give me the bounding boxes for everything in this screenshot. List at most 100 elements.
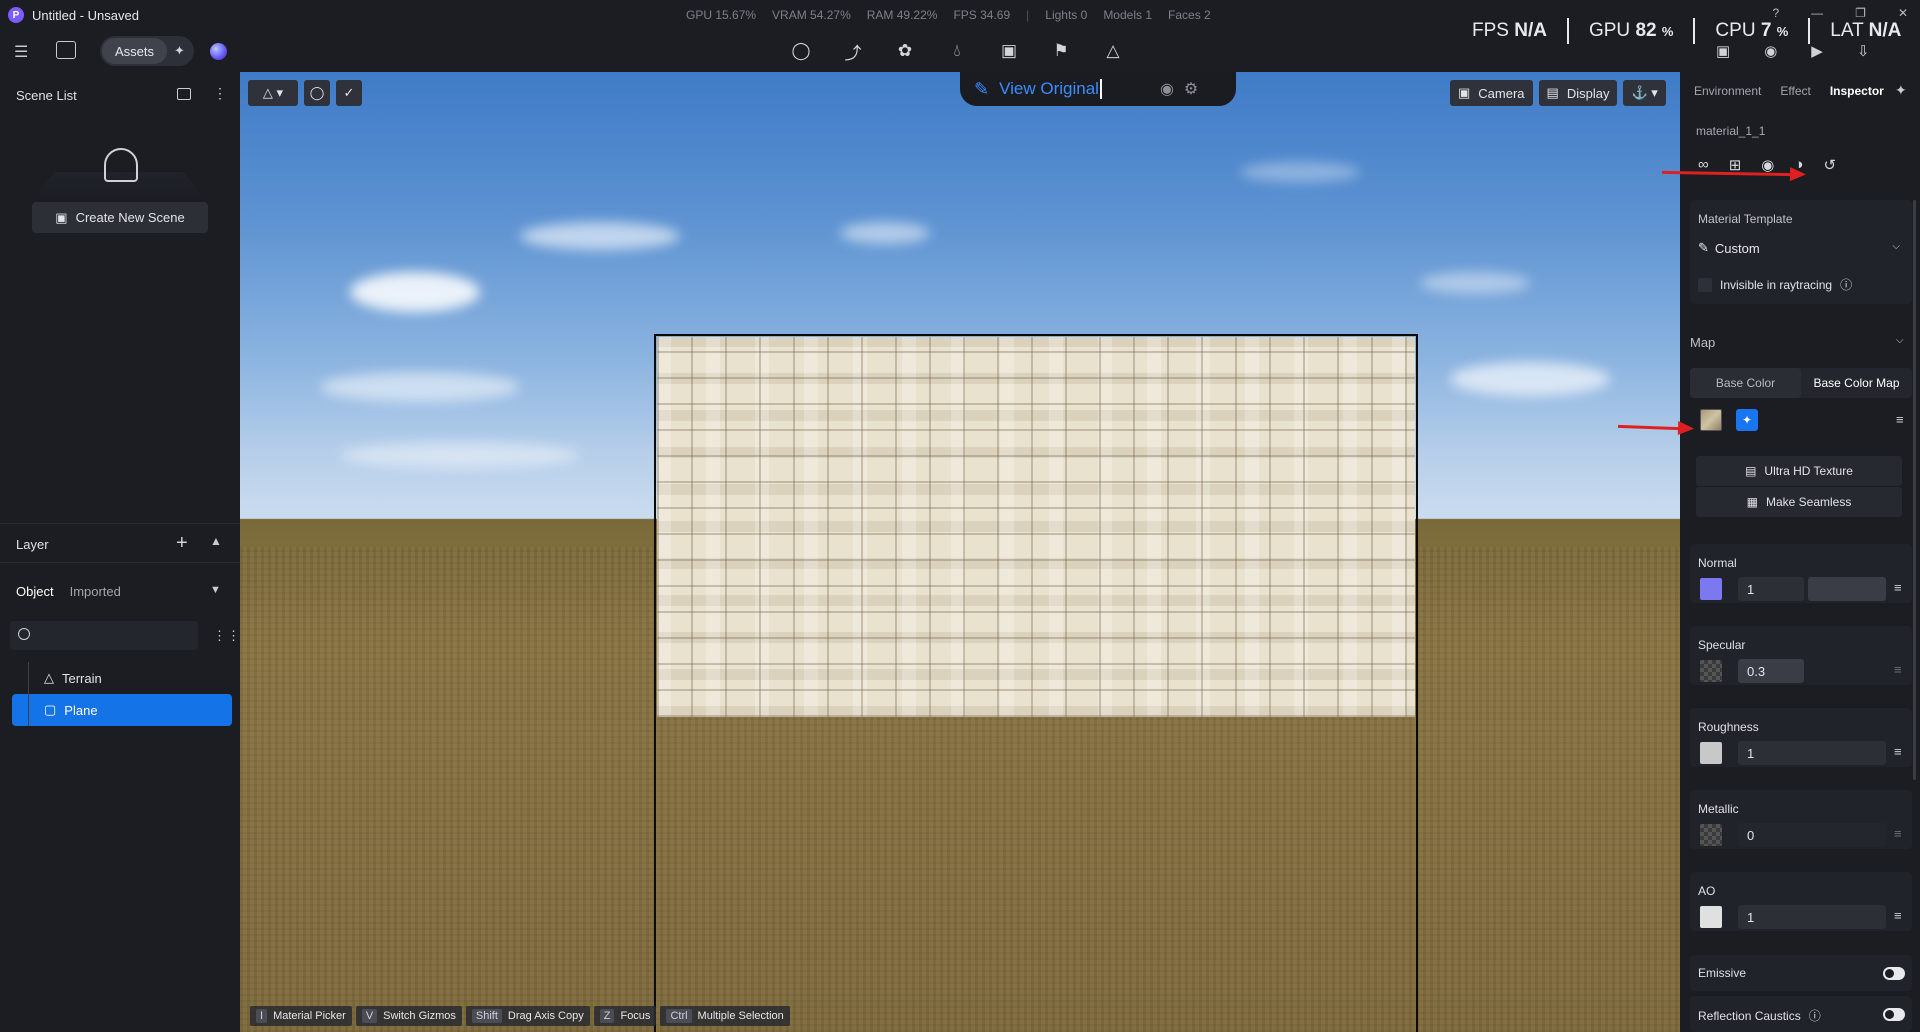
collapse-icon[interactable]: ▲ [210,534,222,548]
perf-gpu-label: GPU [1588,20,1631,41]
object-icon[interactable]: ▣ [998,40,1020,62]
cloud [1450,362,1610,396]
property-title: AO [1698,884,1716,898]
ultra-hd-texture-button[interactable]: ▤ Ultra HD Texture [1696,456,1902,486]
3d-viewport[interactable]: △ ▾ ◯ ✓ ✎ View Original ◉ ⚙ ▣ Camera ▤ D… [240,72,1680,1032]
light-bulb-icon[interactable]: ◯ [790,40,812,62]
export-icon[interactable]: ⇩ [1857,42,1870,60]
roughness-map-swatch[interactable] [1700,742,1722,764]
scene-empty-icon [104,148,138,182]
view-original-button[interactable]: View Original [999,79,1102,99]
add-layer-button[interactable]: + [176,532,188,555]
leaf-icon[interactable]: ✿ [894,40,916,62]
display-button[interactable]: ▤ Display [1538,80,1618,106]
stat-separator: | [1026,8,1030,22]
ao-map-swatch[interactable] [1700,906,1722,928]
adjust-icon[interactable]: ≡ [1894,580,1902,595]
perf-cpu-unit: % [1776,24,1789,39]
shortcut-hint: Shift Drag Axis Copy [465,1006,590,1026]
tool-icons: ◯ ⤴ ✿ 💧︎ ▣ ⚑ △ [790,40,1124,63]
adjust-icon[interactable]: ≡ [1894,662,1902,677]
help-icon[interactable]: ⓘ [1840,276,1852,293]
normal-property: Normal 1 ≡ [1690,544,1912,603]
screenshot-icon[interactable]: ▣ [1716,42,1730,60]
metallic-map-swatch[interactable] [1700,824,1722,846]
camera-icon[interactable]: ◉ [1764,42,1777,60]
metallic-value-input[interactable]: 0 [1738,823,1886,847]
assets-toggle: Assets ✦ [100,36,194,66]
video-icon[interactable]: ▶ [1811,42,1823,60]
tree-item-terrain[interactable]: △ Terrain [12,662,232,694]
more-icon[interactable]: ⋮ [213,85,227,102]
tab-base-color-map[interactable]: Base Color Map [1801,368,1912,398]
make-seamless-button[interactable]: ▦ Make Seamless [1696,487,1902,517]
tree-item-plane[interactable]: ▢ Plane [12,694,232,726]
tab-environment[interactable]: Environment [1694,84,1761,98]
material-ball-icon[interactable]: ◉ [1761,156,1774,174]
help-icon[interactable]: ⓘ [1809,1007,1821,1024]
chevron-down-icon[interactable]: ⌵ [1896,335,1904,346]
tab-object[interactable]: Object [16,584,54,599]
stone-wall-texture [657,337,1415,717]
specular-map-swatch[interactable] [1700,660,1722,682]
image-icon: ▤ [1745,464,1757,478]
file-icon[interactable] [56,41,76,59]
assets-button[interactable]: Assets [102,38,168,64]
anchor-dropdown-button[interactable]: ⚓ ▾ [1623,80,1666,106]
adjust-icon[interactable]: ≡ [1894,744,1902,759]
gizmo-dropdown-button[interactable]: △ ▾ [248,80,298,106]
water-drop-icon[interactable]: 💧︎ [946,40,968,62]
emissive-toggle[interactable] [1883,967,1905,980]
ai-sparkle-icon[interactable]: ✦ [174,43,185,59]
ao-value-input[interactable]: 1 [1738,905,1886,929]
reflection-caustics-toggle[interactable] [1883,1008,1905,1021]
ai-orb-icon[interactable] [210,43,227,60]
create-new-scene-button[interactable]: ▣ Create New Scene [32,202,208,233]
tab-base-color[interactable]: Base Color [1690,368,1801,398]
object-search-input[interactable] [10,621,198,650]
invisible-raytracing-checkbox[interactable] [1698,277,1712,292]
filter-icon[interactable]: ▼ [210,584,221,596]
specular-value-input[interactable]: 0.3 [1738,659,1804,683]
adjust-icon[interactable]: ≡ [1894,826,1902,841]
menu-icon[interactable]: ☰ [14,42,28,62]
ai-texture-button[interactable]: ✦ [1736,409,1758,431]
adjust-icon[interactable]: ≡ [1894,908,1902,923]
ai-sparkle-icon[interactable]: ✦ [1895,82,1907,99]
terrain-tool-icon[interactable]: △ [1102,40,1124,62]
tab-inspector[interactable]: Inspector [1830,84,1884,98]
camera-button[interactable]: ▣ Camera [1450,80,1533,106]
reset-icon[interactable]: ↺ [1823,156,1836,174]
settings-icon[interactable]: ⚙ [1184,79,1198,99]
annotation-icon[interactable]: ⚑ [1050,40,1072,62]
chevron-down-icon: ⌵ [1892,241,1900,252]
add-scene-icon[interactable] [177,88,191,100]
material-template-select[interactable]: ✎ Custom ⌵ [1698,235,1904,261]
viewport-left-tools: △ ▾ ◯ ✓ [248,80,362,106]
normal-value-input[interactable]: 1 [1738,577,1804,601]
layer-label: Layer [16,537,49,552]
invisible-raytracing-row: Invisible in raytracing ⓘ [1698,276,1852,293]
material-template-label: Material Template [1698,212,1793,226]
layer-header: Layer + ▲ [0,523,240,563]
inspector-scrollbar[interactable] [1913,200,1916,780]
cube-icon: ▢ [44,702,57,717]
palette-icon[interactable]: ◉ [1160,79,1174,99]
map-section-header[interactable]: Map [1690,335,1715,350]
roughness-value-input[interactable]: 1 [1738,741,1886,765]
cloud [340,442,580,468]
normal-slider[interactable] [1808,577,1886,601]
tree-item-label: Plane [64,702,98,718]
texture-thumbnail[interactable] [1700,409,1722,431]
tab-imported[interactable]: Imported [70,584,121,599]
path-icon[interactable]: ⤴ [842,40,864,63]
roughness-property: Roughness 1 ≡ [1690,708,1912,767]
globe-icon[interactable]: ◯ [304,80,330,106]
adjust-icon[interactable]: ≡ [1896,412,1904,427]
property-title: Metallic [1698,802,1739,816]
shortcut-label: Focus [620,1010,651,1022]
make-seamless-label: Make Seamless [1765,495,1852,509]
normal-map-swatch[interactable] [1700,578,1722,600]
eyedropper-icon[interactable]: ✓ [336,80,362,106]
tab-effect[interactable]: Effect [1780,84,1810,98]
